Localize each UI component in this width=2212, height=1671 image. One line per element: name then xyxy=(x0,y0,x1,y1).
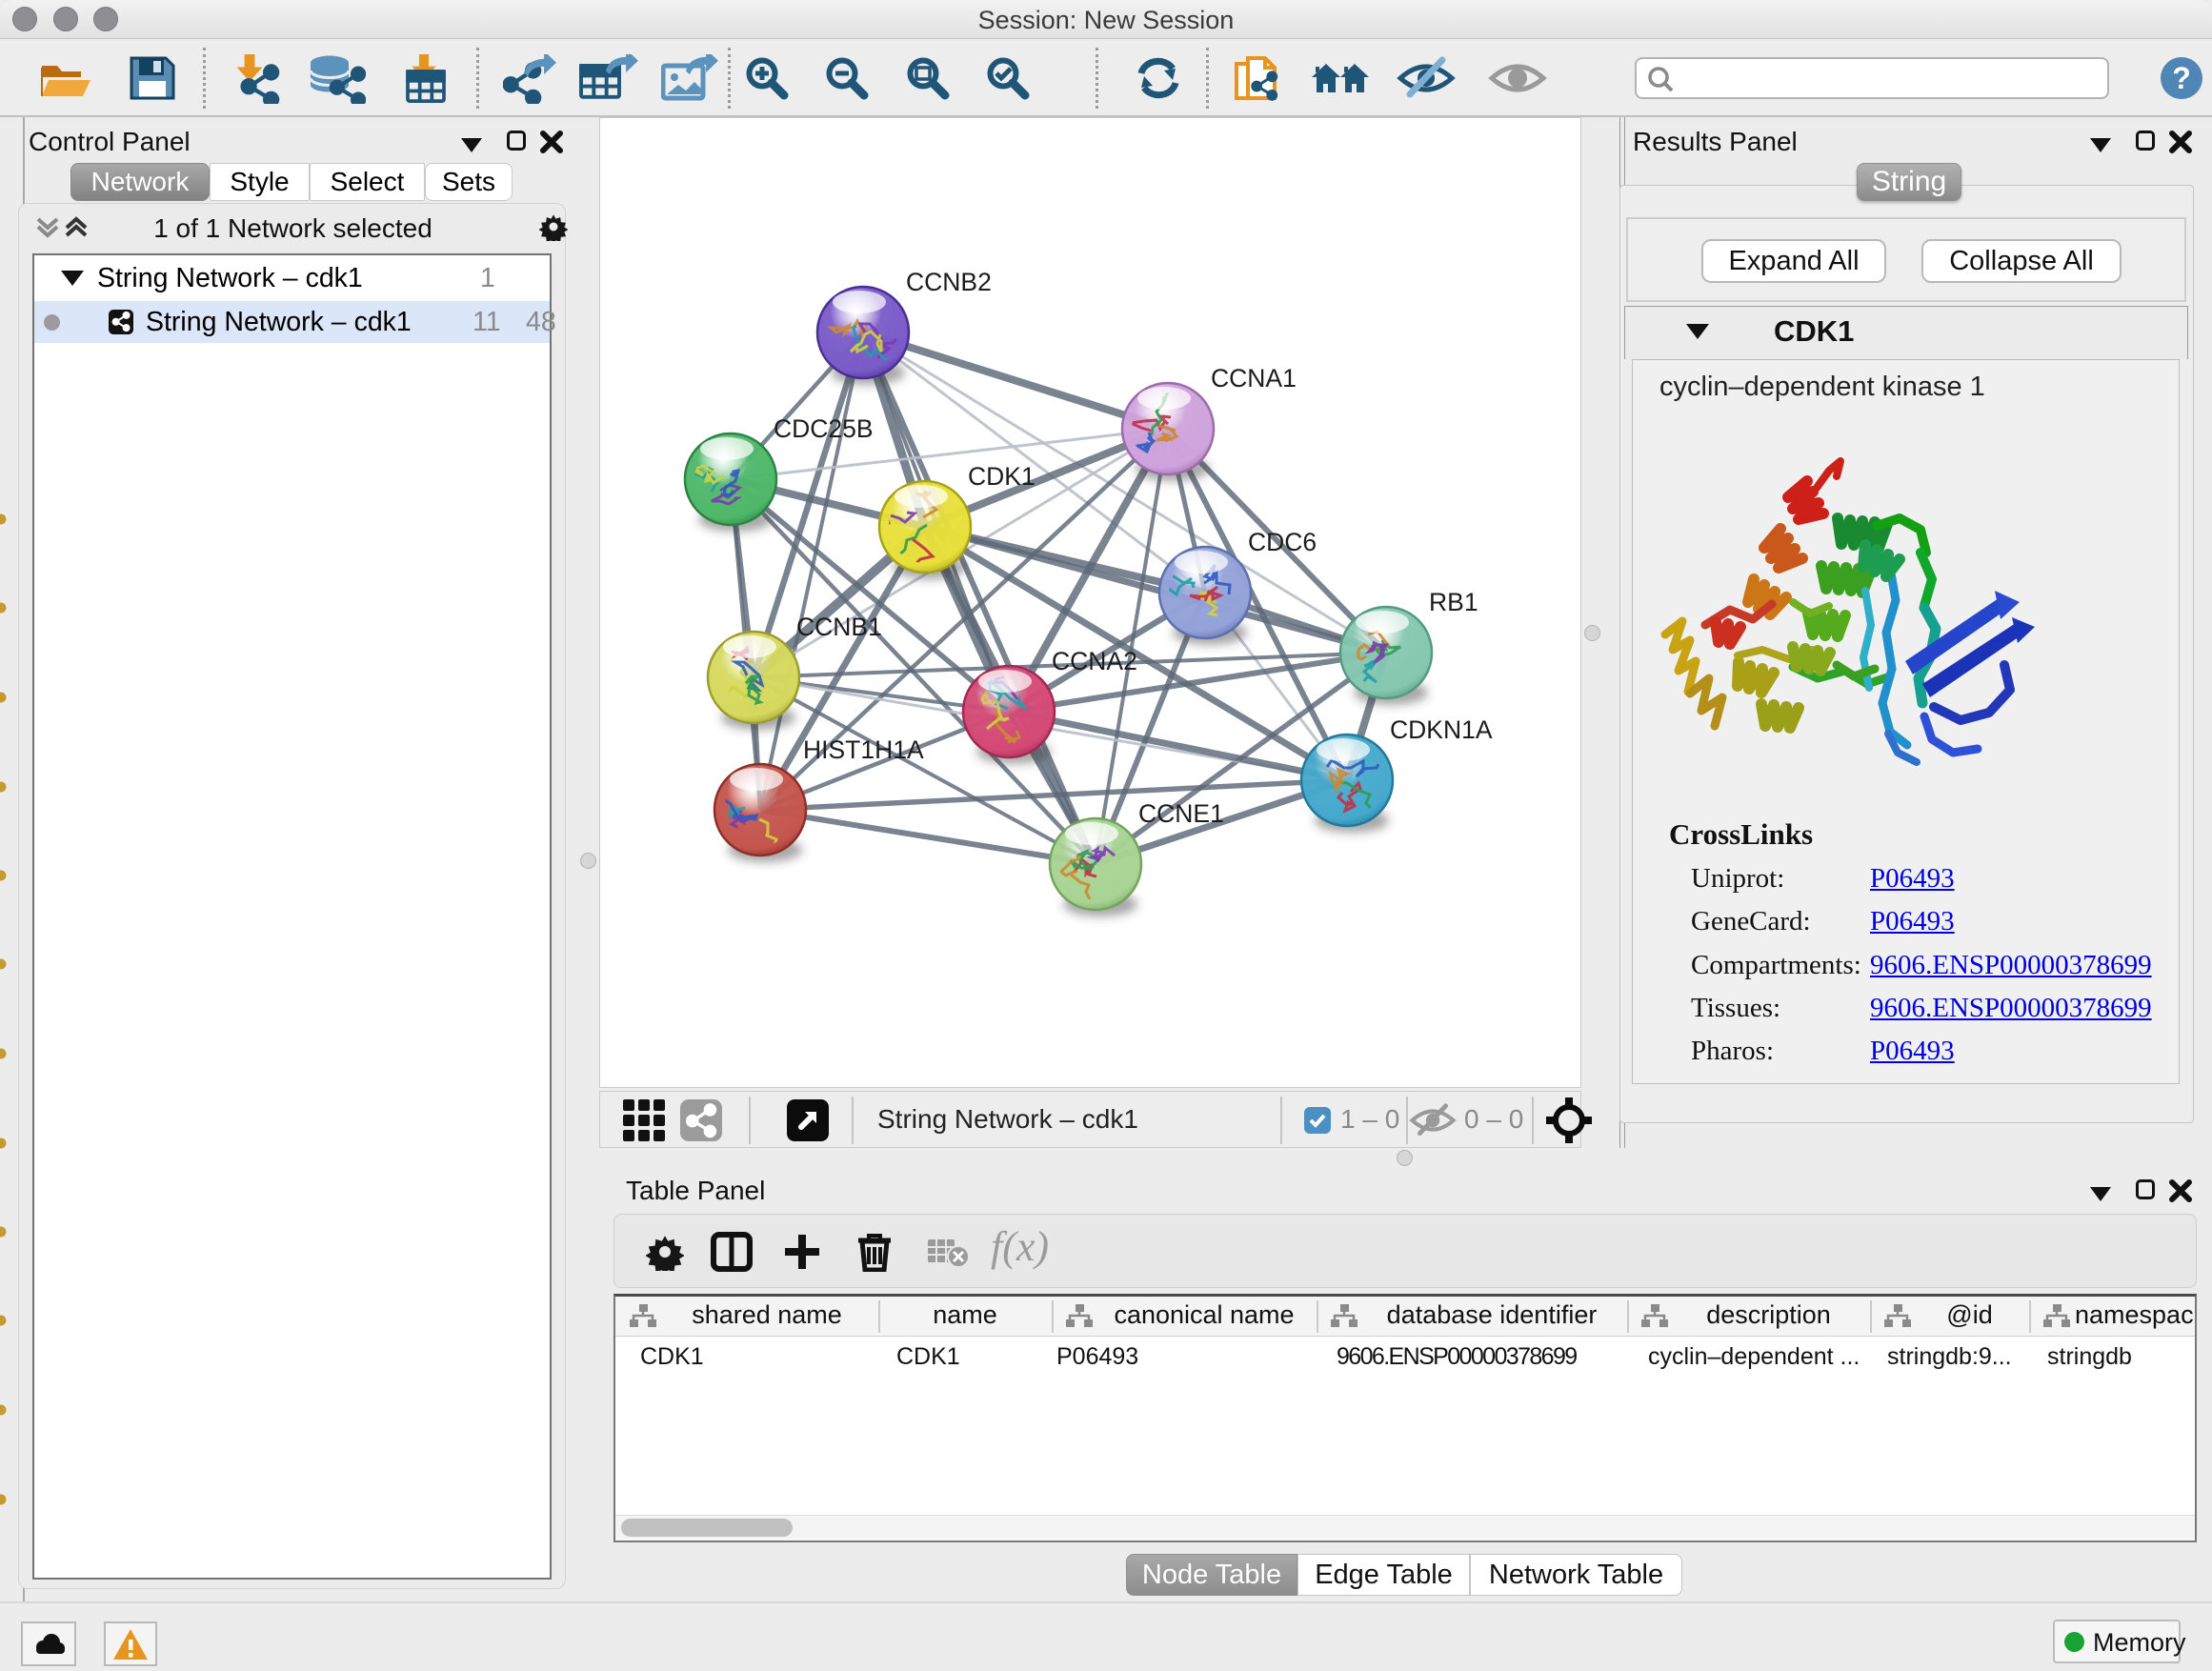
svg-text:CDC6: CDC6 xyxy=(1248,528,1317,556)
svg-text:CDK1: CDK1 xyxy=(968,462,1036,491)
svg-text:CCNA1: CCNA1 xyxy=(1211,364,1297,393)
svg-text:CDKN1A: CDKN1A xyxy=(1390,715,1493,744)
svg-text:RB1: RB1 xyxy=(1429,588,1478,616)
svg-text:HIST1H1A: HIST1H1A xyxy=(803,735,924,764)
svg-text:CCNE1: CCNE1 xyxy=(1138,799,1224,828)
svg-text:CCNA2: CCNA2 xyxy=(1052,647,1137,675)
svg-text:CCNB2: CCNB2 xyxy=(906,268,992,296)
svg-text:CDC25B: CDC25B xyxy=(774,414,874,443)
svg-text:CCNB1: CCNB1 xyxy=(796,613,882,641)
